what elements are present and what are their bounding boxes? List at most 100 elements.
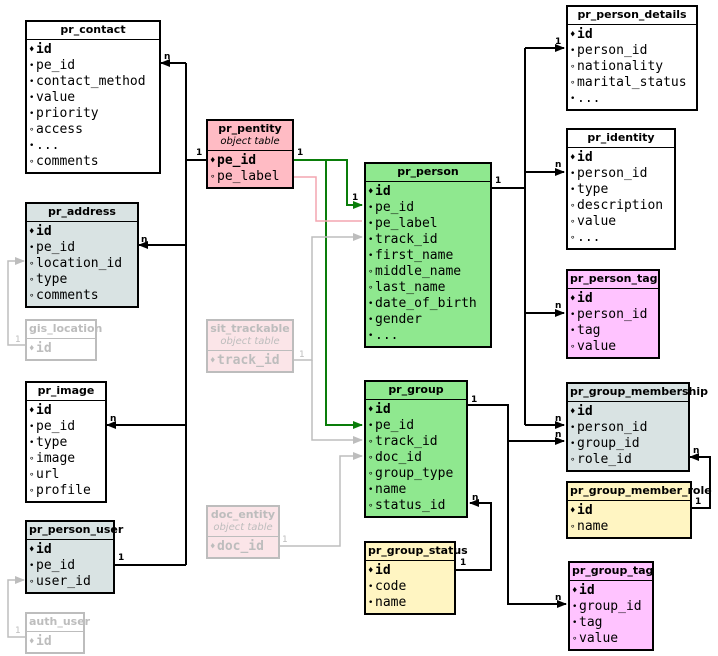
key-icon: ♦ [570, 30, 576, 40]
field-row: ♦ doc_id [210, 539, 278, 555]
table-name: pr_group_member_role [570, 484, 712, 497]
optional-dot-icon: ∘ [570, 342, 576, 352]
field-name: first_name [375, 248, 454, 263]
table-header: pr_group_tag [570, 563, 654, 581]
field-name: url [36, 467, 60, 482]
field-row: ♦ id [29, 42, 159, 58]
field-name: value [577, 339, 617, 354]
field-row: ♦ id [570, 404, 688, 420]
required-dot-icon: • [368, 251, 374, 261]
table-pr-group-status: pr_group_status ♦ id • code • name [364, 541, 468, 615]
field-name: id [375, 402, 391, 417]
optional-dot-icon: ∘ [29, 157, 35, 167]
table-header: pr_group_status [366, 543, 468, 561]
table-header: pr_contact [27, 22, 159, 40]
edge-label-one: 1 [555, 37, 562, 47]
field-row: ∘ location_id [29, 256, 137, 272]
field-list: ♦ id [27, 339, 95, 359]
field-row: • group_id [570, 436, 688, 452]
field-list: ♦ id • pe_id ∘ user_id [27, 540, 113, 592]
optional-dot-icon: ∘ [570, 78, 576, 88]
field-row: ∘ nationality [570, 59, 696, 75]
edge-label-many: n [555, 160, 562, 170]
field-name: group_type [375, 466, 454, 481]
field-list: ♦ id ∘ name [568, 501, 690, 537]
field-row: ♦ id [570, 503, 690, 519]
field-row: ♦ id [29, 542, 113, 558]
table-header: pr_person_tag [568, 271, 658, 289]
key-icon: ♦ [29, 637, 35, 647]
key-icon: ♦ [570, 294, 576, 304]
field-row: • pe_id [368, 418, 466, 434]
field-list: ♦ id • person_id • group_id ∘ role_id [568, 402, 688, 470]
key-icon: ♦ [368, 405, 374, 415]
field-row: • pe_id [29, 419, 105, 435]
edge-label-one: 1 [495, 176, 502, 186]
field-row: • priority [29, 106, 159, 122]
table-name: pr_group_tag [572, 564, 654, 577]
edge-label-many: n [164, 52, 171, 62]
field-row: ♦ id [570, 150, 674, 166]
field-row: • pe_id [368, 200, 490, 216]
field-row: • gender [368, 312, 490, 328]
field-row: ∘ description [570, 198, 674, 214]
field-name: type [36, 435, 68, 450]
field-row: • pe_id [29, 58, 159, 74]
field-name: id [577, 150, 593, 165]
table-pr-address: pr_address ♦ id • pe_id ∘ location_id ∘ type ∘ com… [25, 202, 139, 308]
field-name: id [36, 542, 52, 557]
table-name: pr_person_details [577, 8, 687, 21]
field-row: • date_of_birth [368, 296, 490, 312]
field-row: ∘ image [29, 451, 105, 467]
edge-label-one: 1 [282, 535, 288, 545]
field-row: • pe_label [368, 216, 490, 232]
required-dot-icon: • [29, 77, 35, 87]
edge-label-one: 1 [471, 395, 478, 405]
table-pr-person: pr_person ♦ id • pe_id • pe_label • track_id • fir… [364, 162, 492, 348]
edge-sit-trackable-to-pr-group [311, 360, 363, 444]
edge-label-many: n [555, 430, 562, 440]
required-dot-icon: • [368, 582, 374, 592]
field-name: id [577, 291, 593, 306]
field-row: ∘ last_name [368, 280, 490, 296]
required-dot-icon: • [29, 141, 35, 151]
field-name: pe_id [36, 558, 76, 573]
optional-dot-icon: ∘ [570, 455, 576, 465]
required-dot-icon: • [572, 618, 578, 628]
table-header: pr_group_member_role [568, 483, 712, 501]
edge-label-many: n [555, 301, 562, 311]
edge-label-one: 1 [196, 148, 203, 158]
table-subtitle: object table [220, 336, 280, 347]
optional-dot-icon: ∘ [368, 267, 374, 277]
field-name: id [36, 341, 52, 356]
field-name: ... [375, 328, 399, 343]
field-name: id [375, 184, 391, 199]
edge-label-many: n [472, 493, 479, 503]
table-name: pr_address [48, 205, 116, 218]
field-name: date_of_birth [375, 296, 477, 311]
field-name: track_id [375, 434, 438, 449]
optional-dot-icon: ∘ [29, 454, 35, 464]
field-list: ♦ id • group_id • tag ∘ value [570, 581, 652, 649]
field-list: ♦ id • pe_id • contact_method • value • priority ∘… [27, 40, 159, 172]
key-icon: ♦ [572, 586, 578, 596]
required-dot-icon: • [368, 203, 374, 213]
field-name: ... [577, 91, 601, 106]
field-row: ♦ id [29, 341, 95, 357]
key-icon: ♦ [29, 344, 35, 354]
field-name: image [36, 451, 76, 466]
field-row: ∘ comments [29, 288, 137, 304]
edge-label-many: n [555, 593, 562, 603]
field-name: last_name [375, 280, 446, 295]
table-header: sit_trackable object table [208, 321, 292, 351]
field-name: group_id [579, 599, 642, 614]
optional-dot-icon: ∘ [210, 172, 216, 182]
field-row: ♦ id [572, 583, 652, 599]
required-dot-icon: • [29, 109, 35, 119]
edge-group-to-group-tag [507, 441, 567, 608]
required-dot-icon: • [570, 94, 576, 104]
table-sit-trackable: sit_trackable object table ♦ track_id [206, 319, 294, 373]
field-row: • tag [572, 615, 652, 631]
field-list: ♦ id • pe_id • type ∘ image ∘ url ∘ profile [27, 401, 105, 501]
table-pr-group-membership: pr_group_membership ♦ id • person_id • group_i… [566, 382, 708, 472]
